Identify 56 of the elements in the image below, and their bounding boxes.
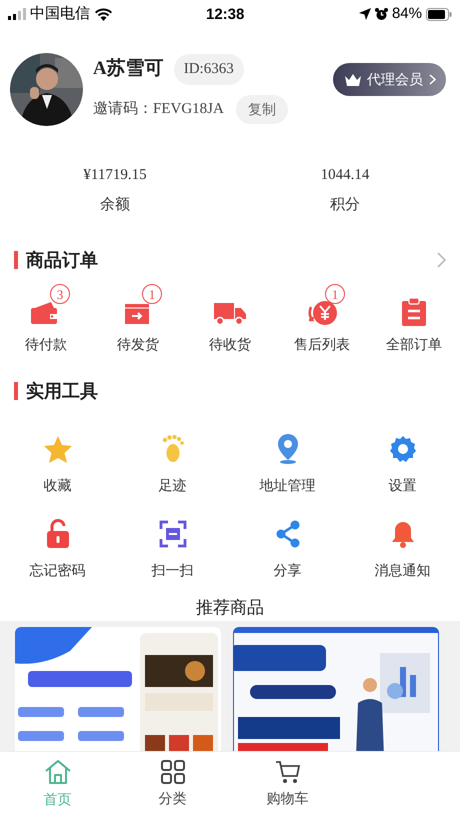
section-title: 实用工具 — [26, 380, 98, 402]
chevron-right-icon — [429, 74, 436, 85]
grid-icon — [160, 760, 184, 784]
tab-bar-item[interactable]: 分类 — [115, 752, 230, 817]
clock-time: 12:38 — [206, 5, 244, 25]
share-icon — [274, 520, 300, 548]
tab-bar-item[interactable]: 购物车 — [230, 752, 345, 817]
battery-percent: 84% — [392, 4, 422, 24]
alarm-icon — [374, 8, 388, 20]
carrier-name: 中国电信 — [30, 4, 90, 24]
section-title: 商品订单 — [26, 248, 98, 272]
bell-icon — [390, 520, 414, 548]
battery-icon — [426, 8, 452, 20]
tool-item[interactable]: 扫一扫 — [115, 518, 230, 581]
order-status-item[interactable]: 1 待发货 — [92, 282, 184, 355]
tool-item[interactable]: 设置 — [345, 433, 460, 496]
location-arrow-icon — [358, 8, 371, 20]
order-status-item[interactable]: 3 待付款 — [0, 282, 92, 355]
clipboard-icon — [402, 298, 426, 326]
tool-item[interactable]: 足迹 — [115, 433, 230, 496]
refund-icon — [306, 298, 338, 326]
star-icon — [44, 436, 72, 462]
order-status-item[interactable]: 待收货 — [184, 282, 276, 355]
stat-label: 积分 — [330, 194, 360, 214]
stat-value: ¥11719.15 — [83, 166, 147, 185]
wifi-icon — [95, 8, 112, 20]
chevron-right-icon — [437, 252, 446, 268]
home-icon — [44, 759, 72, 785]
tool-item[interactable]: 消息通知 — [345, 518, 460, 581]
unlocked-padlock-icon — [46, 519, 70, 549]
scan-icon — [158, 520, 186, 548]
count-badge: 1 — [325, 284, 345, 304]
count-badge: 3 — [50, 284, 70, 304]
copy-button[interactable]: 复制 — [236, 94, 288, 124]
crown-icon — [345, 74, 361, 86]
tool-item[interactable]: 收藏 — [0, 433, 115, 496]
order-status-item[interactable]: 全部订单 — [368, 282, 460, 355]
settings-icon — [388, 435, 416, 463]
order-status-item[interactable]: 1 售后列表 — [276, 282, 368, 355]
invite-code: FEVG18JA — [153, 100, 224, 119]
member-button[interactable]: 代理会员 — [333, 63, 446, 96]
signal-icon — [8, 8, 26, 20]
truck-icon — [214, 300, 246, 326]
tool-item[interactable]: 忘记密码 — [0, 518, 115, 581]
invite-label: 邀请码： — [93, 99, 153, 119]
cart-icon — [274, 760, 300, 784]
count-badge: 1 — [142, 284, 162, 304]
user-id-badge: ID:6363 — [174, 54, 244, 85]
tool-item[interactable]: 分享 — [230, 518, 345, 581]
tool-item[interactable]: 地址管理 — [230, 433, 345, 496]
user-name: A苏雪可 — [93, 57, 164, 82]
location-pin-icon — [276, 434, 300, 464]
stat-label: 余额 — [100, 194, 130, 214]
section-title: 推荐商品 — [195, 597, 265, 619]
stat-value: 1044.14 — [320, 166, 370, 185]
footprint-icon — [162, 435, 184, 463]
